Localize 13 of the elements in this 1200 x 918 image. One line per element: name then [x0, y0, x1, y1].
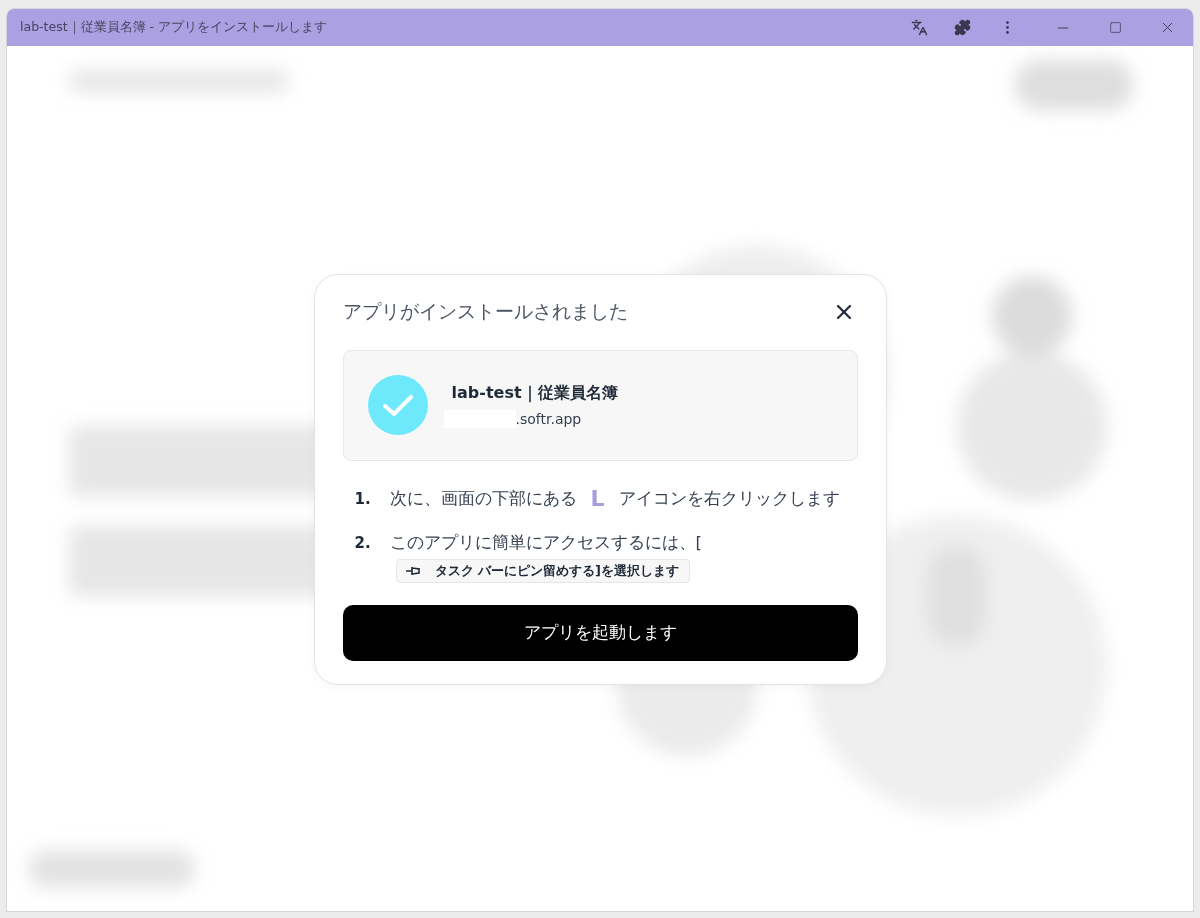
check-icon: [367, 375, 428, 435]
dialog-title: アプリがインストールされました: [342, 298, 628, 324]
app-name: lab-test｜従業員名簿: [451, 382, 618, 404]
step-text: このアプリに簡単にアクセスするには、[: [389, 531, 702, 554]
step-number: 2.: [354, 532, 370, 554]
step-number: 1.: [354, 488, 370, 510]
window-title: lab-test｜従業員名簿 - アプリをインストールします: [20, 19, 329, 36]
app-letter-icon: L: [590, 486, 605, 511]
app-domain: .softr.app: [515, 410, 582, 427]
step-text: アイコンを右クリックします: [618, 487, 840, 510]
step-text: 次に、画面の下部にある: [389, 487, 577, 510]
launch-app-button[interactable]: アプリを起動します: [342, 604, 858, 661]
pin-to-taskbar-chip: タスク バーにピン留めする]を選択します: [395, 558, 690, 583]
